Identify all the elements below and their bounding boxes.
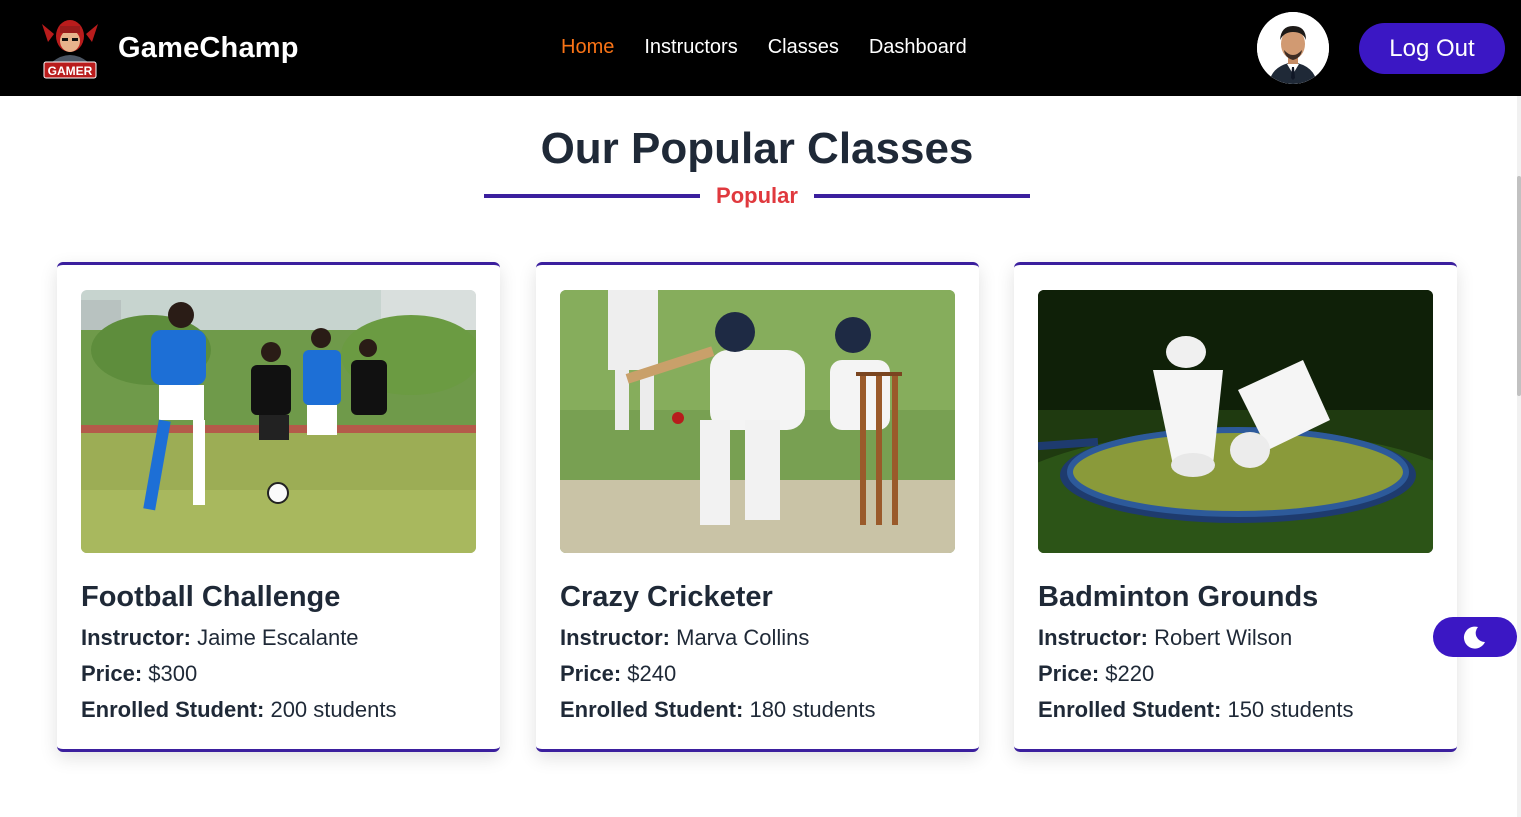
subtitle-text: Popular xyxy=(716,183,798,208)
class-name: Crazy Cricketer xyxy=(560,581,773,613)
section-subtitle: Popular xyxy=(484,180,1030,212)
cricket-photo xyxy=(560,290,955,553)
enrolled-value: 150 students xyxy=(1227,697,1354,722)
class-instructor: Instructor: Robert Wilson xyxy=(1038,625,1292,651)
instructor-label: Instructor: xyxy=(81,625,191,650)
football-photo xyxy=(81,290,476,553)
price-value: $240 xyxy=(627,661,677,686)
enrolled-value: 180 students xyxy=(749,697,876,722)
nav-link-classes[interactable]: Classes xyxy=(768,36,839,59)
price-label: Price: xyxy=(81,661,143,686)
instructor-value: Robert Wilson xyxy=(1154,625,1293,650)
class-card-football[interactable]: Football Challenge Instructor: Jaime Esc… xyxy=(57,262,500,752)
price-value: $220 xyxy=(1105,661,1155,686)
brand-name[interactable]: GameChamp xyxy=(118,32,299,65)
class-name: Badminton Grounds xyxy=(1038,581,1319,613)
navbar: GAMER GameChamp Home Instructors Classes… xyxy=(0,0,1521,96)
class-enrolled: Enrolled Student: 200 students xyxy=(81,697,396,723)
nav-link-home[interactable]: Home xyxy=(561,36,614,59)
price-label: Price: xyxy=(560,661,622,686)
class-name: Football Challenge xyxy=(81,581,341,613)
price-label: Price: xyxy=(1038,661,1100,686)
brand[interactable]: GAMER GameChamp xyxy=(38,14,299,82)
instructor-value: Marva Collins xyxy=(676,625,810,650)
gamer-logo-icon: GAMER xyxy=(42,20,98,79)
nav-links: Home Instructors Classes Dashboard xyxy=(561,36,997,59)
class-card-badminton[interactable]: Badminton Grounds Instructor: Robert Wil… xyxy=(1014,262,1457,752)
class-instructor: Instructor: Marva Collins xyxy=(560,625,809,651)
logo-text: GAMER xyxy=(48,64,93,78)
instructor-label: Instructor: xyxy=(560,625,670,650)
user-avatar[interactable] xyxy=(1257,12,1329,84)
enrolled-value: 200 students xyxy=(270,697,397,722)
theme-toggle-button[interactable] xyxy=(1433,617,1517,657)
badminton-photo xyxy=(1038,290,1433,553)
page-scrollbar[interactable] xyxy=(1517,96,1521,817)
class-instructor: Instructor: Jaime Escalante xyxy=(81,625,359,651)
price-value: $300 xyxy=(148,661,198,686)
nav-link-dashboard[interactable]: Dashboard xyxy=(869,36,967,59)
section-title: Our Popular Classes xyxy=(540,124,974,173)
scrollbar-thumb[interactable] xyxy=(1517,176,1521,396)
subtitle-line-right xyxy=(814,194,1030,198)
class-price: Price: $240 xyxy=(560,661,676,687)
enrolled-label: Enrolled Student: xyxy=(1038,697,1222,722)
moon-icon xyxy=(1463,626,1485,649)
enrolled-label: Enrolled Student: xyxy=(81,697,265,722)
class-enrolled: Enrolled Student: 180 students xyxy=(560,697,875,723)
instructor-label: Instructor: xyxy=(1038,625,1148,650)
logout-button[interactable]: Log Out xyxy=(1359,23,1505,74)
class-enrolled: Enrolled Student: 150 students xyxy=(1038,697,1353,723)
enrolled-label: Enrolled Student: xyxy=(560,697,744,722)
nav-link-instructors[interactable]: Instructors xyxy=(644,36,737,59)
class-price: Price: $300 xyxy=(81,661,197,687)
class-price: Price: $220 xyxy=(1038,661,1154,687)
class-card-cricket[interactable]: Crazy Cricketer Instructor: Marva Collin… xyxy=(536,262,979,752)
avatar-photo-icon xyxy=(1257,12,1329,84)
instructor-value: Jaime Escalante xyxy=(197,625,359,650)
subtitle-line-left xyxy=(484,194,700,198)
